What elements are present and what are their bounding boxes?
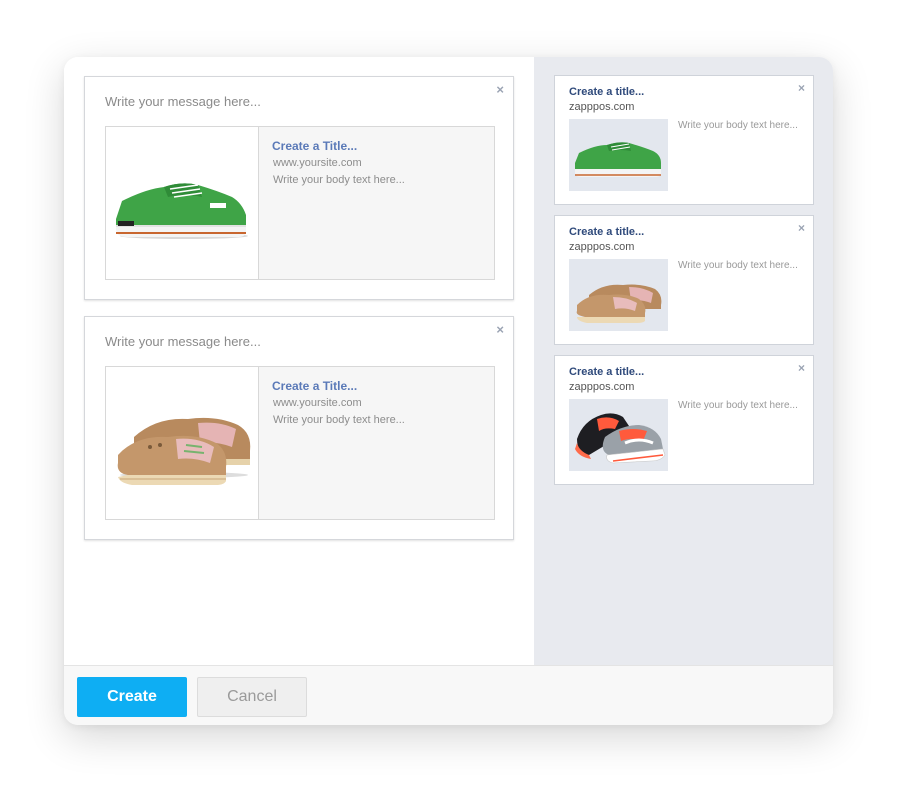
ad-domain: zapppos.com (569, 101, 635, 113)
preview-url[interactable]: www.yoursite.com (273, 397, 362, 409)
close-icon[interactable]: × (798, 81, 805, 95)
ad-preview-card[interactable]: × Create a title... zapppos.com Write yo… (554, 75, 814, 205)
ad-preview-card[interactable]: × Create a title... zapppos.com Write yo… (554, 355, 814, 485)
close-icon[interactable]: × (496, 323, 504, 336)
close-icon[interactable]: × (798, 361, 805, 375)
running-shoes-image[interactable] (569, 399, 668, 471)
preview-body[interactable]: Write your body text here... (273, 174, 405, 186)
link-preview: Create a Title... www.yoursite.com Write… (105, 366, 495, 520)
ad-domain: zapppos.com (569, 381, 635, 393)
ad-preview-card[interactable]: × Create a title... zapppos.com Write yo… (554, 215, 814, 345)
ad-title[interactable]: Create a title... (569, 226, 644, 238)
preview-title[interactable]: Create a Title... (272, 139, 357, 153)
post-composer-card: × Write your message here... Create a Ti… (84, 76, 514, 300)
green-sneaker-image[interactable] (106, 127, 259, 279)
ad-body[interactable]: Write your body text here... (678, 399, 798, 412)
message-input[interactable]: Write your message here... (105, 94, 261, 109)
ad-title[interactable]: Create a title... (569, 366, 644, 378)
preview-body[interactable]: Write your body text here... (273, 414, 405, 426)
preview-title[interactable]: Create a Title... (272, 379, 357, 393)
ad-body[interactable]: Write your body text here... (678, 259, 798, 272)
create-ad-dialog: × Write your message here... Create a Ti… (64, 57, 833, 725)
close-icon[interactable]: × (496, 83, 504, 96)
green-sneaker-image[interactable] (569, 119, 668, 191)
create-button[interactable]: Create (77, 677, 187, 717)
dialog-footer: Create Cancel (64, 665, 833, 725)
boat-shoes-image[interactable] (569, 259, 668, 331)
post-composer-card: × Write your message here... Create a Ti… (84, 316, 514, 540)
close-icon[interactable]: × (798, 221, 805, 235)
cancel-button[interactable]: Cancel (197, 677, 307, 717)
ad-body[interactable]: Write your body text here... (678, 119, 798, 132)
link-preview: Create a Title... www.yoursite.com Write… (105, 126, 495, 280)
message-input[interactable]: Write your message here... (105, 334, 261, 349)
ad-domain: zapppos.com (569, 241, 635, 253)
composer-pane: × Write your message here... Create a Ti… (64, 57, 534, 665)
ad-preview-pane: × Create a title... zapppos.com Write yo… (534, 57, 833, 665)
boat-shoes-image[interactable] (106, 367, 259, 519)
ad-title[interactable]: Create a title... (569, 86, 644, 98)
preview-url[interactable]: www.yoursite.com (273, 157, 362, 169)
